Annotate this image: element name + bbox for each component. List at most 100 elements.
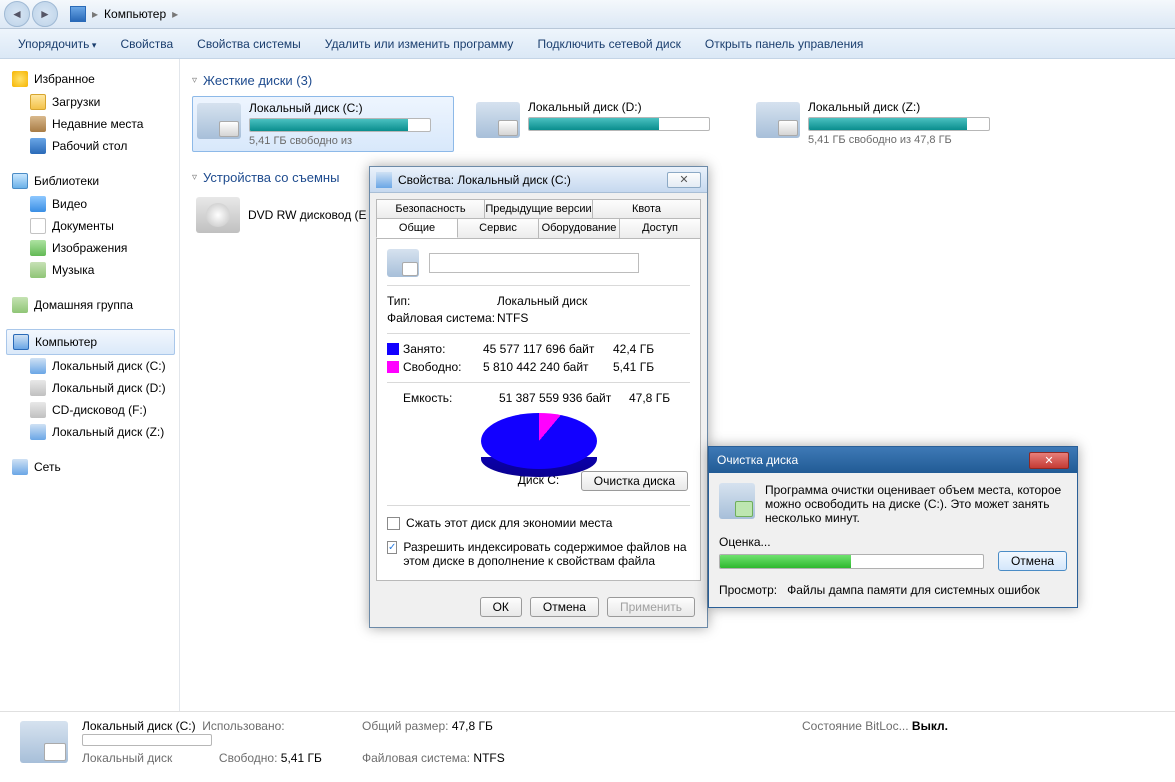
dvd-icon — [196, 197, 240, 233]
sidebar-item-documents[interactable]: Документы — [6, 215, 179, 237]
network-group[interactable]: Сеть — [6, 455, 179, 479]
cancel-button[interactable]: Отмена — [998, 551, 1067, 571]
properties-button[interactable]: Свойства — [110, 34, 183, 54]
fs-value: NTFS — [497, 311, 690, 325]
drive-free: 5,41 ГБ свободно из — [249, 135, 449, 147]
libraries-group[interactable]: Библиотеки — [6, 169, 179, 193]
tab-general[interactable]: Общие — [376, 218, 458, 238]
drive-d[interactable]: Локальный диск (D:) — [472, 96, 734, 152]
free-bytes: 5 810 442 240 байт — [483, 360, 613, 374]
tab-hardware[interactable]: Оборудование — [539, 218, 620, 238]
address-bar[interactable]: ▸ Компьютер ▸ — [70, 6, 178, 22]
usage-bar — [808, 117, 990, 131]
label: Домашняя группа — [34, 298, 133, 312]
nav-forward-button[interactable]: ► — [32, 1, 58, 27]
tab-security[interactable]: Безопасность — [376, 199, 485, 218]
compress-checkbox[interactable] — [387, 517, 400, 530]
drive-c[interactable]: Локальный диск (C:) 5,41 ГБ свободно из — [192, 96, 454, 152]
breadcrumb-sep: ▸ — [172, 7, 178, 21]
dialog-titlebar[interactable]: Очистка диска ✕ — [709, 447, 1077, 473]
pie-chart — [481, 413, 597, 469]
tab-sharing[interactable]: Доступ — [620, 218, 701, 238]
sidebar-item-music[interactable]: Музыка — [6, 259, 179, 281]
close-button[interactable]: ✕ — [1029, 452, 1069, 469]
organize-menu[interactable]: Упорядочить — [8, 34, 106, 54]
label: CD-дисковод (F:) — [52, 403, 147, 417]
sidebar-item-downloads[interactable]: Загрузки — [6, 91, 179, 113]
label: Жесткие диски (3) — [203, 73, 312, 88]
documents-icon — [30, 218, 46, 234]
sidebar-item-video[interactable]: Видео — [6, 193, 179, 215]
drive-icon — [756, 102, 800, 138]
status-free-value: 5,41 ГБ — [281, 751, 322, 765]
sidebar-item-drive-c[interactable]: Локальный диск (C:) — [6, 355, 179, 377]
sidebar-item-drive-d[interactable]: Локальный диск (D:) — [6, 377, 179, 399]
music-icon — [30, 262, 46, 278]
sidebar-item-drive-z[interactable]: Локальный диск (Z:) — [6, 421, 179, 443]
sidebar-item-images[interactable]: Изображения — [6, 237, 179, 259]
label: Локальный диск (D:) — [52, 381, 166, 395]
star-icon — [12, 71, 28, 87]
favorites-label: Избранное — [34, 72, 95, 86]
view-label: Просмотр: — [719, 583, 777, 597]
progress-label: Оценка... — [719, 535, 1067, 549]
status-bitlocker-label: Состояние BitLoc... — [802, 719, 909, 733]
sidebar-item-recent[interactable]: Недавние места — [6, 113, 179, 135]
ok-button[interactable]: ОК — [480, 597, 522, 617]
status-kind: Локальный диск — [82, 751, 172, 765]
type-value: Локальный диск — [497, 294, 690, 308]
dvd-label: DVD RW дисковод (E — [248, 208, 367, 222]
status-fs-label: Файловая система: — [362, 751, 470, 765]
dialog-titlebar[interactable]: Свойства: Локальный диск (C:) ✕ — [370, 167, 707, 193]
system-properties-button[interactable]: Свойства системы — [187, 34, 311, 54]
drive-name: Локальный диск (C:) — [249, 101, 449, 115]
label: Музыка — [52, 263, 94, 277]
map-drive-button[interactable]: Подключить сетевой диск — [527, 34, 690, 54]
apply-button[interactable]: Применить — [607, 597, 695, 617]
cd-icon — [30, 402, 46, 418]
cleanup-icon — [719, 483, 755, 519]
tab-tools[interactable]: Сервис — [458, 218, 539, 238]
tab-quota[interactable]: Квота — [593, 199, 701, 218]
close-button[interactable]: ✕ — [667, 172, 701, 188]
favorites-group[interactable]: Избранное — [6, 67, 179, 91]
usage-bar — [528, 117, 710, 131]
label: Рабочий стол — [52, 139, 127, 153]
usage-bar — [249, 118, 431, 132]
compress-label: Сжать этот диск для экономии места — [406, 516, 612, 530]
disk-cleanup-button[interactable]: Очистка диска — [581, 471, 688, 491]
sidebar-item-desktop[interactable]: Рабочий стол — [6, 135, 179, 157]
status-usage-bar — [82, 734, 212, 746]
drive-icon — [376, 172, 392, 188]
folder-icon — [30, 94, 46, 110]
uninstall-button[interactable]: Удалить или изменить программу — [315, 34, 524, 54]
homegroup-group[interactable]: Домашняя группа — [6, 293, 179, 317]
label: Загрузки — [52, 95, 100, 109]
label: Недавние места — [52, 117, 143, 131]
sidebar-item-drive-cd[interactable]: CD-дисковод (F:) — [6, 399, 179, 421]
label: Локальный диск (Z:) — [52, 425, 164, 439]
computer-group[interactable]: Компьютер — [6, 329, 175, 355]
drive-icon — [30, 380, 46, 396]
cancel-button[interactable]: Отмена — [530, 597, 599, 617]
breadcrumb-sep: ▸ — [92, 7, 98, 21]
breadcrumb-root[interactable]: Компьютер — [104, 7, 166, 21]
used-gb: 42,4 ГБ — [613, 342, 673, 356]
library-icon — [12, 173, 28, 189]
used-bytes: 45 577 117 696 байт — [483, 342, 613, 356]
hard-drives-header[interactable]: ▿Жесткие диски (3) — [192, 69, 1163, 96]
drive-label-input[interactable] — [429, 253, 639, 273]
computer-icon — [13, 334, 29, 350]
desktop-icon — [30, 138, 46, 154]
status-bitlocker-value: Выкл. — [912, 719, 948, 733]
control-panel-button[interactable]: Открыть панель управления — [695, 34, 874, 54]
label: Компьютер — [35, 335, 97, 349]
capacity-gb: 47,8 ГБ — [629, 391, 689, 405]
tab-previous-versions[interactable]: Предыдущие версии — [485, 199, 593, 218]
nav-back-button[interactable]: ◄ — [4, 1, 30, 27]
tab-body-general: Тип:Локальный диск Файловая система:NTFS… — [376, 238, 701, 581]
label: Документы — [52, 219, 114, 233]
index-checkbox[interactable]: ✓ — [387, 541, 397, 554]
label: Локальный диск (C:) — [52, 359, 166, 373]
drive-z[interactable]: Локальный диск (Z:) 5,41 ГБ свободно из … — [752, 96, 1014, 152]
